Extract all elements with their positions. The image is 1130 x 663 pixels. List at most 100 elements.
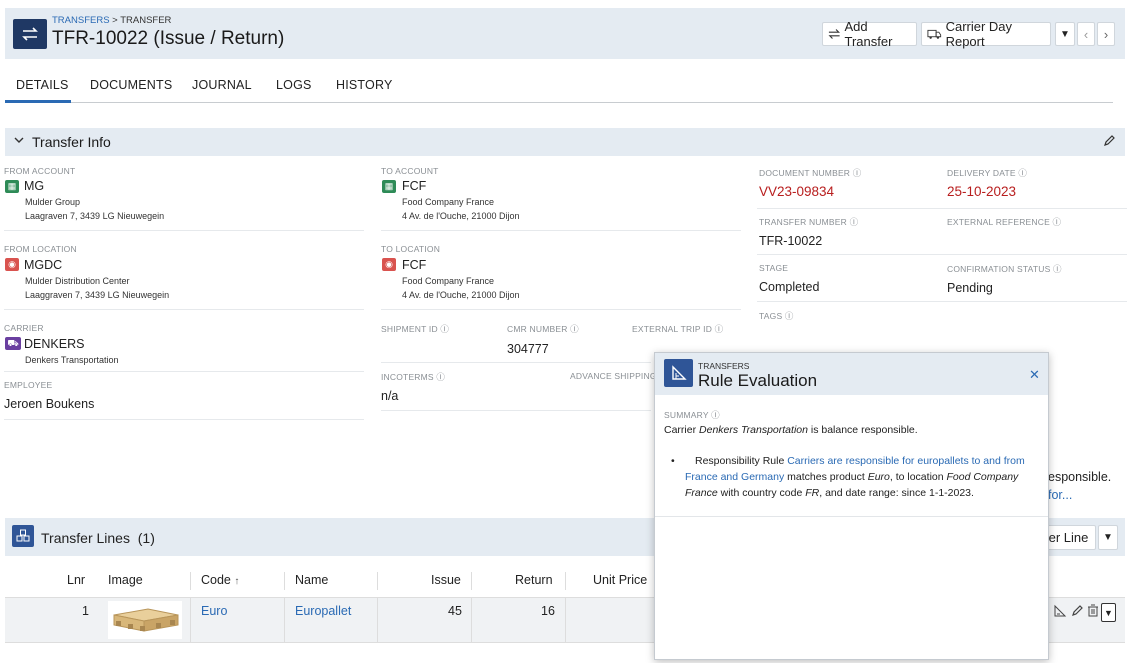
column-divider: [284, 598, 285, 642]
rule-evaluation-icon[interactable]: [1053, 604, 1067, 623]
from-location-code[interactable]: MGDC: [24, 258, 62, 272]
info-icon: ⓘ: [1018, 168, 1028, 178]
col-code[interactable]: Code ↑: [201, 573, 239, 587]
from-location-name: Mulder Distribution Center: [25, 276, 130, 286]
bullet-dot: •: [671, 455, 675, 467]
transfer-info-header[interactable]: [5, 128, 1125, 156]
divider: [4, 309, 364, 310]
document-number-value: VV23-09834: [759, 184, 835, 199]
delivery-date-label: DELIVERY DATE ⓘ: [947, 168, 1028, 178]
col-lnr[interactable]: Lnr: [67, 573, 85, 587]
carrier-code[interactable]: DENKERS: [24, 337, 84, 351]
building-icon: ▦: [5, 180, 19, 193]
row-name-link[interactable]: Europallet: [295, 604, 351, 618]
map-pin-icon: ◉: [5, 258, 19, 271]
europallet-image: [108, 601, 182, 639]
caret-down-icon: ▼: [1104, 607, 1113, 618]
info-icon: ⓘ: [784, 311, 794, 321]
summary-text: Carrier Denkers Transportation is balanc…: [664, 424, 918, 436]
external-trip-id-label: EXTERNAL TRIP ID ⓘ: [632, 324, 724, 334]
column-divider: [190, 572, 191, 590]
popup-category: TRANSFERS: [698, 361, 750, 371]
column-divider: [471, 598, 472, 642]
row-code-link[interactable]: Euro: [201, 604, 227, 618]
divider: [381, 230, 741, 231]
page-title: TFR-10022 (Issue / Return): [52, 28, 285, 49]
confirmation-status-label: CONFIRMATION STATUS ⓘ: [947, 264, 1062, 274]
info-icon: ⓘ: [711, 410, 720, 420]
info-icon: ⓘ: [849, 217, 859, 227]
add-transfer-label: Add Transfer: [844, 19, 893, 49]
breadcrumb-separator: >: [109, 15, 121, 26]
info-icon: ⓘ: [440, 324, 450, 334]
active-tab-indicator: [5, 100, 71, 103]
transfer-lines-title: Transfer Lines (1): [41, 530, 155, 546]
cmr-number-label: CMR NUMBER ⓘ: [507, 324, 579, 334]
from-account-code[interactable]: MG: [24, 179, 44, 193]
to-location-code[interactable]: FCF: [402, 258, 426, 272]
partial-rule-link[interactable]: for...: [1048, 488, 1072, 502]
breadcrumb: TRANSFERS > TRANSFER: [52, 15, 171, 26]
tab-history[interactable]: HISTORY: [336, 78, 393, 92]
employee-label: EMPLOYEE: [4, 380, 53, 390]
row-lnr: 1: [82, 604, 89, 618]
chevron-left-icon: ‹: [1083, 26, 1089, 42]
to-account-name: Food Company France: [402, 197, 495, 207]
edit-pencil-icon[interactable]: [1103, 134, 1116, 152]
popup-title: Rule Evaluation: [698, 371, 818, 390]
shipment-id-label: SHIPMENT ID ⓘ: [381, 324, 450, 334]
info-icon: ⓘ: [570, 324, 579, 334]
next-button[interactable]: ›: [1097, 22, 1115, 46]
partial-responsible-text: esponsible.: [1048, 470, 1112, 484]
breadcrumb-current: TRANSFER: [120, 15, 172, 26]
document-number-label: DOCUMENT NUMBER ⓘ: [759, 168, 862, 178]
popup-divider: [655, 516, 1048, 517]
trash-icon[interactable]: [1087, 604, 1099, 622]
advance-shipping-label: ADVANCE SHIPPING N: [570, 371, 666, 381]
divider: [4, 419, 364, 420]
summary-label: SUMMARY ⓘ: [664, 410, 720, 420]
row-issue: 45: [448, 604, 462, 618]
col-name[interactable]: Name: [295, 573, 328, 587]
col-unit-price[interactable]: Unit Price: [593, 573, 647, 587]
chevron-right-icon: ›: [1103, 26, 1109, 42]
column-divider: [377, 598, 378, 642]
truck-icon: [927, 29, 942, 39]
tabs-divider: [5, 102, 1113, 103]
row-return: 16: [541, 604, 555, 618]
edit-pencil-icon[interactable]: [1071, 604, 1084, 622]
cmr-number-value: 304777: [507, 342, 549, 356]
incoterms-value: n/a: [381, 389, 399, 403]
sort-arrow-up-icon: ↑: [234, 576, 240, 587]
col-image[interactable]: Image: [108, 573, 143, 587]
add-transfer-button[interactable]: Add Transfer: [822, 19, 917, 49]
col-issue[interactable]: Issue: [431, 573, 461, 587]
from-account-name: Mulder Group: [25, 197, 81, 207]
stage-value: Completed: [759, 280, 820, 294]
incoterms-label: INCOTERMS ⓘ: [381, 372, 446, 382]
external-reference-label: EXTERNAL REFERENCE ⓘ: [947, 217, 1062, 227]
column-divider: [284, 572, 285, 590]
truck-icon: ⛟: [5, 337, 21, 350]
lines-more-dropdown[interactable]: ▼: [1098, 525, 1118, 550]
previous-button[interactable]: ‹: [1077, 22, 1095, 46]
close-icon[interactable]: ✕: [1029, 367, 1040, 383]
map-pin-icon: ◉: [382, 258, 396, 271]
tab-logs[interactable]: LOGS: [276, 78, 312, 92]
to-account-address: 4 Av. de l'Ouche, 21000 Dijon: [402, 211, 520, 221]
tab-documents[interactable]: DOCUMENTS: [90, 78, 172, 92]
to-account-code[interactable]: FCF: [402, 179, 426, 193]
col-return[interactable]: Return: [515, 573, 553, 587]
building-icon: ▦: [382, 180, 396, 193]
carrier-day-report-button[interactable]: Carrier Day Report: [921, 19, 1051, 49]
tab-details[interactable]: DETAILS: [16, 78, 69, 92]
chevron-down-icon[interactable]: [13, 134, 25, 149]
transfer-number-value: TFR-10022: [759, 234, 823, 248]
carrier-label: CARRIER: [4, 323, 44, 333]
row-actions-dropdown[interactable]: ▼: [1101, 603, 1116, 622]
more-dropdown-button[interactable]: ▼: [1055, 22, 1075, 46]
column-divider: [565, 572, 566, 590]
confirmation-status-value: Pending: [947, 281, 993, 295]
tab-journal[interactable]: JOURNAL: [192, 78, 252, 92]
breadcrumb-transfers[interactable]: TRANSFERS: [52, 15, 110, 26]
